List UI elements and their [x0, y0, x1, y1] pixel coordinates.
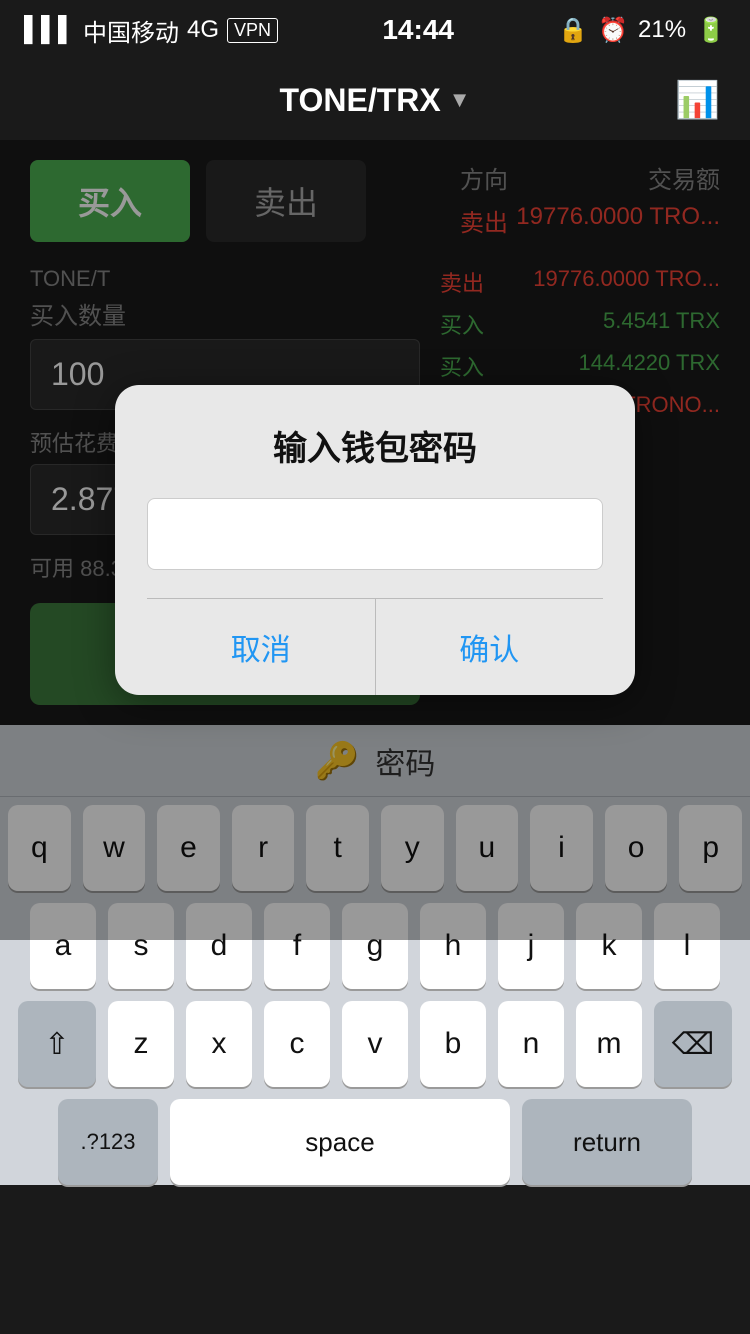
key-n[interactable]: n	[498, 1001, 564, 1087]
network-label: 4G	[187, 16, 219, 44]
header: TONE/TRX ▼ 📊	[0, 60, 750, 140]
key-c[interactable]: c	[264, 1001, 330, 1087]
key-v[interactable]: v	[342, 1001, 408, 1087]
key-b[interactable]: b	[420, 1001, 486, 1087]
backspace-key[interactable]: ⌫	[654, 1001, 732, 1087]
status-right: 🔒 ⏰ 21% 🔋	[558, 16, 726, 45]
dialog-title: 输入钱包密码	[147, 421, 603, 470]
key-x[interactable]: x	[186, 1001, 252, 1087]
dialog-overlay: 输入钱包密码 取消 确认	[0, 140, 750, 940]
cancel-button[interactable]: 取消	[147, 599, 376, 695]
symbol-key[interactable]: .?123	[58, 1099, 158, 1185]
return-key[interactable]: return	[522, 1099, 692, 1185]
key-z[interactable]: z	[108, 1001, 174, 1087]
dialog-buttons: 取消 确认	[147, 598, 603, 695]
header-title[interactable]: TONE/TRX ▼	[280, 82, 471, 119]
key-m[interactable]: m	[576, 1001, 642, 1087]
battery-label: 21%	[638, 16, 686, 44]
carrier-label: 中国移动	[83, 13, 179, 48]
battery-icon: 🔋	[696, 16, 726, 45]
alarm-icon: ⏰	[598, 16, 628, 45]
status-bar: ▌▌▌ 中国移动 4G VPN 14:44 🔒 ⏰ 21% 🔋	[0, 0, 750, 60]
shift-key[interactable]: ⇧	[18, 1001, 96, 1087]
key-row-3: ⇧zxcvbnm⌫	[8, 1001, 742, 1087]
vpn-label: VPN	[227, 18, 278, 43]
space-key[interactable]: space	[170, 1099, 510, 1185]
password-input[interactable]	[147, 498, 603, 570]
signal-icon: ▌▌▌	[24, 16, 75, 44]
lock-icon: 🔒	[558, 16, 588, 45]
dropdown-icon: ▼	[449, 87, 471, 113]
bottom-row: .?123 space return	[0, 1099, 750, 1185]
dialog-box: 输入钱包密码 取消 确认	[115, 385, 635, 695]
status-left: ▌▌▌ 中国移动 4G VPN	[24, 13, 278, 48]
confirm-button[interactable]: 确认	[376, 599, 604, 695]
chart-icon[interactable]: 📊	[675, 79, 720, 121]
pair-title: TONE/TRX	[280, 82, 441, 119]
time-display: 14:44	[382, 14, 454, 46]
